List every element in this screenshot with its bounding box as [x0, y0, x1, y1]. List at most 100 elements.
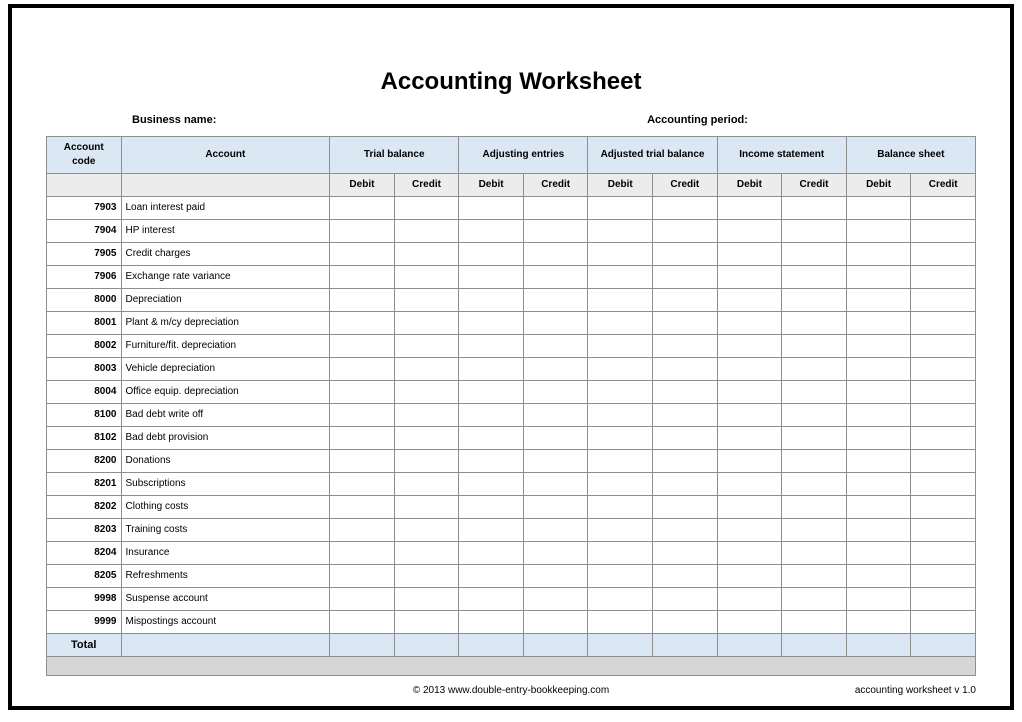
amount-cell[interactable] — [653, 243, 718, 266]
amount-cell[interactable] — [653, 450, 718, 473]
amount-cell[interactable] — [523, 565, 588, 588]
amount-cell[interactable] — [330, 519, 395, 542]
amount-cell[interactable] — [523, 404, 588, 427]
amount-cell[interactable] — [394, 381, 459, 404]
amount-cell[interactable] — [330, 358, 395, 381]
amount-cell[interactable] — [459, 312, 524, 335]
amount-cell[interactable] — [330, 542, 395, 565]
amount-cell[interactable] — [782, 381, 847, 404]
amount-cell[interactable] — [523, 427, 588, 450]
amount-cell[interactable] — [330, 266, 395, 289]
amount-cell[interactable] — [717, 588, 782, 611]
amount-cell[interactable] — [653, 197, 718, 220]
amount-cell[interactable] — [782, 611, 847, 634]
amount-cell[interactable] — [782, 565, 847, 588]
amount-cell[interactable] — [523, 197, 588, 220]
amount-cell[interactable] — [653, 289, 718, 312]
amount-cell[interactable] — [653, 611, 718, 634]
amount-cell[interactable] — [911, 266, 976, 289]
amount-cell[interactable] — [459, 381, 524, 404]
amount-cell[interactable] — [782, 243, 847, 266]
amount-cell[interactable] — [653, 312, 718, 335]
amount-cell[interactable] — [330, 220, 395, 243]
amount-cell[interactable] — [394, 243, 459, 266]
amount-cell[interactable] — [330, 335, 395, 358]
amount-cell[interactable] — [588, 473, 653, 496]
amount-cell[interactable] — [653, 565, 718, 588]
amount-cell[interactable] — [459, 611, 524, 634]
amount-cell[interactable] — [782, 496, 847, 519]
amount-cell[interactable] — [588, 427, 653, 450]
amount-cell[interactable] — [846, 542, 911, 565]
amount-cell[interactable] — [330, 496, 395, 519]
amount-cell[interactable] — [330, 450, 395, 473]
amount-cell[interactable] — [330, 381, 395, 404]
amount-cell[interactable] — [459, 243, 524, 266]
amount-cell[interactable] — [846, 404, 911, 427]
amount-cell[interactable] — [394, 335, 459, 358]
amount-cell[interactable] — [330, 243, 395, 266]
amount-cell[interactable] — [846, 220, 911, 243]
amount-cell[interactable] — [717, 450, 782, 473]
amount-cell[interactable] — [846, 473, 911, 496]
amount-cell[interactable] — [394, 611, 459, 634]
amount-cell[interactable] — [846, 588, 911, 611]
amount-cell[interactable] — [846, 519, 911, 542]
amount-cell[interactable] — [782, 335, 847, 358]
amount-cell[interactable] — [459, 404, 524, 427]
amount-cell[interactable] — [588, 358, 653, 381]
amount-cell[interactable] — [330, 404, 395, 427]
amount-cell[interactable] — [588, 496, 653, 519]
amount-cell[interactable] — [330, 588, 395, 611]
amount-cell[interactable] — [782, 588, 847, 611]
amount-cell[interactable] — [782, 220, 847, 243]
amount-cell[interactable] — [717, 473, 782, 496]
amount-cell[interactable] — [459, 197, 524, 220]
amount-cell[interactable] — [717, 565, 782, 588]
amount-cell[interactable] — [588, 335, 653, 358]
amount-cell[interactable] — [523, 473, 588, 496]
amount-cell[interactable] — [330, 565, 395, 588]
amount-cell[interactable] — [717, 197, 782, 220]
amount-cell[interactable] — [846, 312, 911, 335]
amount-cell[interactable] — [394, 496, 459, 519]
amount-cell[interactable] — [459, 358, 524, 381]
amount-cell[interactable] — [394, 312, 459, 335]
amount-cell[interactable] — [782, 450, 847, 473]
amount-cell[interactable] — [717, 381, 782, 404]
amount-cell[interactable] — [523, 496, 588, 519]
amount-cell[interactable] — [459, 335, 524, 358]
amount-cell[interactable] — [523, 312, 588, 335]
amount-cell[interactable] — [717, 220, 782, 243]
amount-cell[interactable] — [523, 450, 588, 473]
amount-cell[interactable] — [459, 473, 524, 496]
amount-cell[interactable] — [911, 220, 976, 243]
amount-cell[interactable] — [653, 381, 718, 404]
amount-cell[interactable] — [911, 197, 976, 220]
amount-cell[interactable] — [330, 312, 395, 335]
amount-cell[interactable] — [523, 381, 588, 404]
amount-cell[interactable] — [394, 220, 459, 243]
amount-cell[interactable] — [459, 519, 524, 542]
amount-cell[interactable] — [394, 358, 459, 381]
amount-cell[interactable] — [782, 197, 847, 220]
amount-cell[interactable] — [653, 542, 718, 565]
amount-cell[interactable] — [523, 542, 588, 565]
amount-cell[interactable] — [523, 519, 588, 542]
amount-cell[interactable] — [588, 519, 653, 542]
amount-cell[interactable] — [394, 473, 459, 496]
amount-cell[interactable] — [459, 542, 524, 565]
amount-cell[interactable] — [330, 473, 395, 496]
amount-cell[interactable] — [588, 542, 653, 565]
amount-cell[interactable] — [459, 450, 524, 473]
amount-cell[interactable] — [717, 335, 782, 358]
amount-cell[interactable] — [653, 519, 718, 542]
amount-cell[interactable] — [717, 611, 782, 634]
amount-cell[interactable] — [523, 611, 588, 634]
amount-cell[interactable] — [911, 473, 976, 496]
amount-cell[interactable] — [911, 519, 976, 542]
amount-cell[interactable] — [394, 404, 459, 427]
amount-cell[interactable] — [911, 358, 976, 381]
amount-cell[interactable] — [588, 588, 653, 611]
amount-cell[interactable] — [394, 289, 459, 312]
